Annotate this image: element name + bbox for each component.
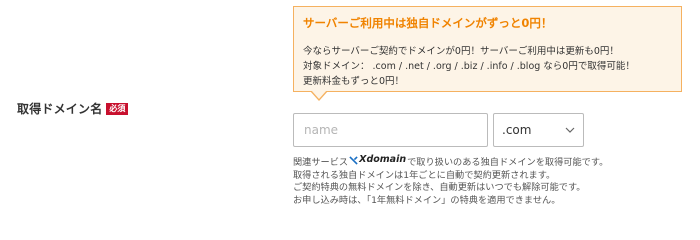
- domain-notes: 関連サービス Xdomain で取り扱いのある独自ドメインを取得可能です。 取得され…: [293, 154, 608, 208]
- promo-line: 今ならサーバーご契約でドメインが0円！サーバーご利用中は更新も0円！: [303, 46, 619, 57]
- promo-callout-pointer-fill: [311, 90, 327, 99]
- promo-title: サーバーご利用中は独自ドメインがずっと0円！: [303, 16, 553, 30]
- promo-line: 更新料金もずっと0円！: [303, 76, 405, 87]
- xdomain-logo: Xdomain: [349, 154, 406, 167]
- promo-body: 今ならサーバーご契約でドメインが0円！サーバーご利用中は更新も0円！ 対象ドメイ…: [303, 44, 635, 89]
- notes-line-1-prefix: 関連サービス: [293, 156, 349, 168]
- field-label: 取得ドメイン名 必須: [17, 100, 129, 117]
- notes-line-1-suffix: で取り扱いのある独自ドメインを取得可能です。: [407, 156, 609, 168]
- notes-line-1: 関連サービス Xdomain で取り扱いのある独自ドメインを取得可能です。: [293, 154, 608, 170]
- required-badge: 必須: [106, 102, 129, 115]
- domain-field-label: 取得ドメイン名: [17, 102, 103, 116]
- tld-select[interactable]: .com: [493, 113, 584, 147]
- notes-line: お申し込み時は、「1年無料ドメイン」の特典を適用できません。: [293, 195, 561, 207]
- chevron-down-icon: [565, 127, 575, 133]
- tld-selected-value: .com: [502, 123, 532, 137]
- xdomain-logo-text: Xdomain: [359, 154, 407, 165]
- xdomain-logo-icon: [349, 156, 358, 165]
- promo-callout: サーバーご利用中は独自ドメインがずっと0円！ 今ならサーバーご契約でドメインが0…: [293, 6, 682, 92]
- notes-line: 取得される独自ドメインは1年ごとに自動で契約更新されます。: [293, 169, 556, 181]
- domain-name-input[interactable]: [293, 113, 488, 147]
- notes-line: ご契約特典の無料ドメインを除き、自動更新はいつでも解除可能です。: [293, 182, 586, 194]
- promo-line: 対象ドメイン： .com / .net / .org / .biz / .inf…: [303, 61, 635, 72]
